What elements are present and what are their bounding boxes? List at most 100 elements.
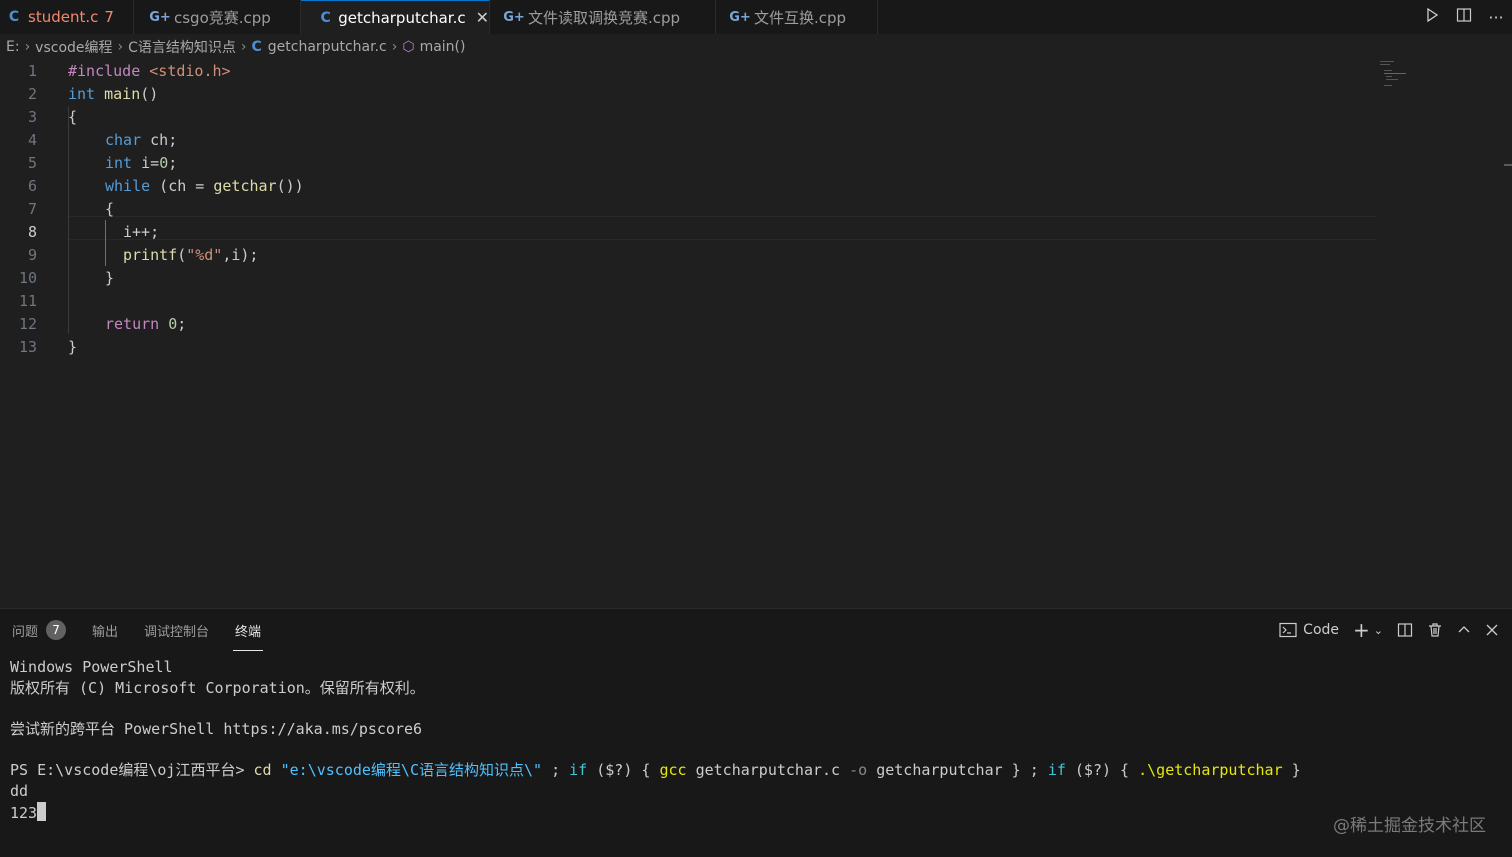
line-number: 9	[27, 246, 37, 264]
split-editor-icon[interactable]	[1448, 7, 1480, 27]
code-token: char	[105, 131, 142, 149]
plus-icon: +	[1353, 618, 1370, 642]
line-number: 6	[27, 177, 37, 195]
cmd-token: }	[1282, 761, 1301, 780]
code-token: <stdio.h>	[149, 62, 231, 80]
chevron-right-icon: ›	[391, 39, 398, 55]
line-number: 8	[27, 223, 37, 241]
panel-tabs: 问题 7 输出 调试控制台 终端	[0, 609, 275, 651]
code-token: #include	[68, 62, 141, 80]
code-line: 1 #include <stdio.h>	[0, 60, 1380, 83]
tab-debug-console[interactable]: 调试控制台	[144, 609, 209, 651]
editor-tab-bar: C student.c 7 G+ csgo竞赛.cpp C getcharput…	[0, 0, 1512, 34]
tab-file-swap-contest-cpp[interactable]: G+ 文件读取调换竞赛.cpp	[490, 0, 716, 34]
line-number: 2	[27, 85, 37, 103]
more-actions-icon[interactable]: ···	[1480, 8, 1512, 27]
cmd-token: "e:\vscode编程\C语言结构知识点\"	[280, 761, 543, 780]
chevron-right-icon: ›	[117, 39, 124, 55]
code-line: 11	[0, 290, 1380, 313]
code-token: i=	[132, 154, 160, 172]
code-token: }	[68, 338, 78, 356]
tab-output[interactable]: 输出	[92, 609, 118, 651]
code-token: (ch =	[150, 177, 214, 195]
breadcrumb-symbol[interactable]: main()	[420, 39, 466, 55]
tab-label: 终端	[235, 624, 262, 640]
tab-getcharputchar-c[interactable]: C getcharputchar.c ✕	[301, 0, 490, 34]
code-line: 3 {	[0, 106, 1380, 129]
maximize-panel-icon[interactable]	[1457, 623, 1471, 637]
tab-problems[interactable]: 问题 7	[12, 609, 67, 651]
code-token: while	[105, 177, 151, 195]
close-icon[interactable]: ✕	[476, 8, 489, 27]
tab-label: getcharputchar.c	[338, 8, 466, 27]
code-token: }	[105, 269, 115, 287]
panel-actions: Code + ⌄	[1272, 609, 1506, 651]
code-line: 5 int i=0;	[0, 152, 1380, 175]
terminal-prompt: PS E:\vscode编程\oj江西平台>	[10, 761, 254, 780]
code-token: ch;	[141, 131, 178, 149]
line-number: 12	[18, 315, 37, 333]
split-terminal-icon[interactable]	[1397, 622, 1413, 638]
trash-icon[interactable]	[1427, 622, 1443, 638]
bottom-panel: 问题 7 输出 调试控制台 终端 Code + ⌄ Windows PowerS…	[0, 608, 1512, 857]
code-token: {	[105, 200, 115, 218]
code-line: 9 printf("%d",i);	[0, 244, 1380, 267]
cpp-file-icon: G+	[149, 9, 171, 25]
cmd-token: ;	[542, 761, 570, 780]
watermark: @稀土掘金技术社区	[1333, 816, 1486, 836]
new-terminal-button[interactable]: + ⌄	[1353, 618, 1383, 642]
chevron-right-icon: ›	[240, 39, 247, 55]
minimap[interactable]	[1378, 60, 1504, 100]
terminal-line: dd	[10, 782, 29, 801]
chevron-right-icon: ›	[24, 39, 31, 55]
close-panel-icon[interactable]	[1485, 623, 1499, 637]
scrollbar-marker	[1504, 164, 1512, 166]
tab-label: 输出	[92, 624, 119, 640]
code-token: (	[177, 246, 187, 264]
code-line: 12 return 0;	[0, 313, 1380, 336]
code-line: 6 while (ch = getchar())	[0, 175, 1380, 198]
method-icon: ⬡	[402, 39, 415, 55]
tab-terminal[interactable]: 终端	[233, 609, 264, 651]
code-token: ,i);	[222, 246, 259, 264]
code-token: 0	[159, 154, 169, 172]
breadcrumb-folder[interactable]: vscode编程	[35, 37, 112, 57]
line-number: 3	[27, 108, 37, 126]
c-file-icon: C	[320, 9, 331, 26]
terminal-input: 123	[10, 803, 38, 822]
code-line-current: 8 i++;	[0, 221, 1380, 244]
run-icon[interactable]	[1416, 7, 1448, 27]
code-token: i++;	[123, 223, 160, 241]
breadcrumb: E: › vscode编程 › C语言结构知识点 › C getcharputc…	[0, 35, 1512, 59]
tab-label: 文件互换.cpp	[754, 8, 847, 27]
cmd-token: ($?) {	[587, 761, 660, 780]
tab-csgo-cpp[interactable]: G+ csgo竞赛.cpp	[134, 0, 301, 34]
code-token: int	[105, 154, 133, 172]
cmd-token: gcc	[659, 761, 687, 780]
terminal-line: 版权所有 (C) Microsoft Corporation。保留所有权利。	[10, 678, 425, 697]
breadcrumb-file[interactable]: getcharputchar.c	[268, 39, 387, 55]
cpp-file-icon: G+	[729, 9, 751, 25]
terminal-output[interactable]: Windows PowerShell 版权所有 (C) Microsoft Co…	[10, 657, 1500, 823]
code-token: getchar	[213, 177, 277, 195]
tab-label: csgo竞赛.cpp	[174, 8, 271, 27]
tab-file-swap-cpp[interactable]: G+ 文件互换.cpp	[716, 0, 878, 34]
tab-student-c[interactable]: C student.c 7	[0, 0, 134, 34]
cmd-token: if	[1047, 761, 1066, 780]
chevron-down-icon[interactable]: ⌄	[1374, 624, 1383, 637]
breadcrumb-folder[interactable]: C语言结构知识点	[128, 37, 236, 57]
tab-problem-count: 7	[104, 8, 114, 26]
line-number: 5	[27, 154, 37, 172]
terminal-icon	[1279, 622, 1297, 638]
terminal-cursor	[37, 801, 47, 821]
code-editor[interactable]: 1 #include <stdio.h> 2 int main() 3 { 4 …	[0, 60, 1512, 608]
tab-label: 调试控制台	[144, 624, 210, 640]
breadcrumb-drive[interactable]: E:	[6, 39, 20, 55]
code-token: ())	[276, 177, 304, 195]
terminal-input-line[interactable]: 123	[10, 801, 1500, 823]
tab-label: student.c	[28, 8, 99, 26]
terminal-selector[interactable]: Code	[1279, 622, 1339, 638]
